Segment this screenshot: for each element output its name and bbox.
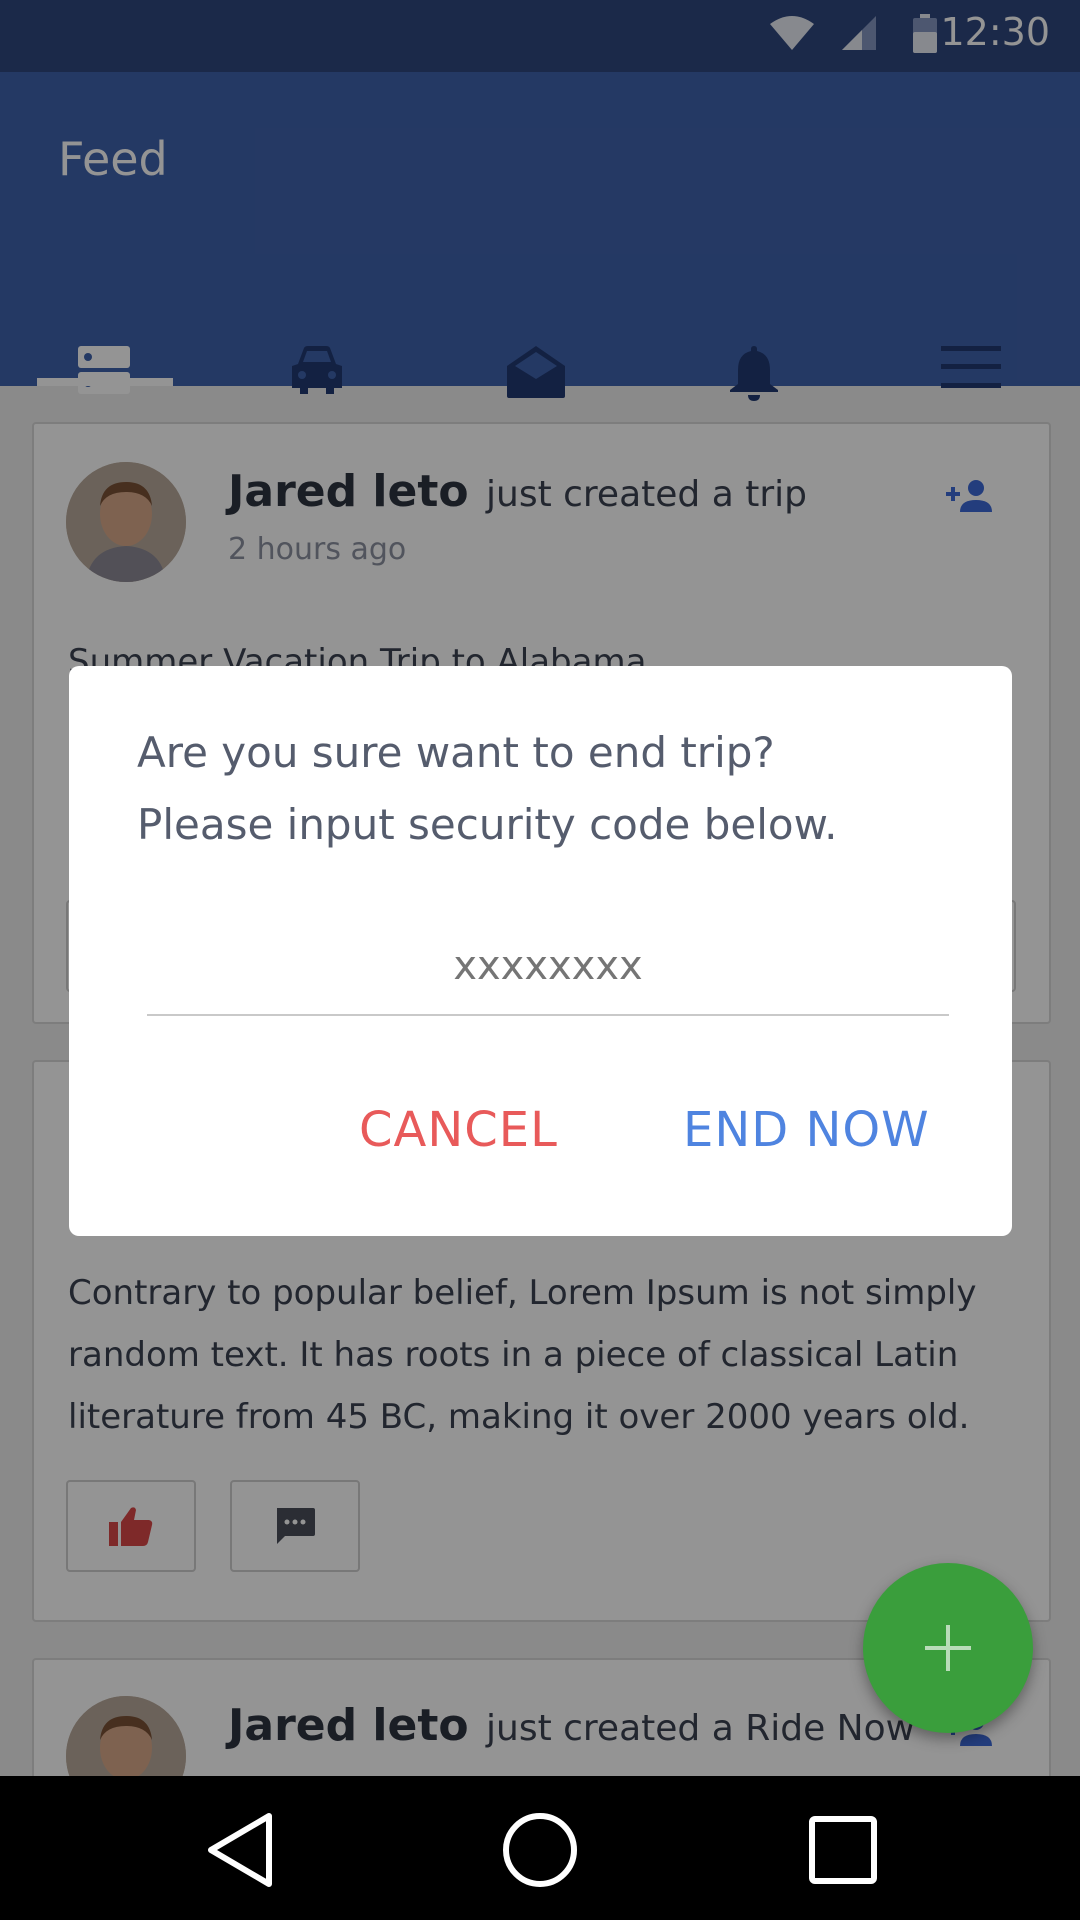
recents-square-icon (809, 1816, 877, 1884)
security-code-input[interactable] (147, 936, 949, 996)
nav-home-button[interactable] (500, 1810, 580, 1890)
home-circle-icon (503, 1813, 577, 1887)
dialog-message-line1: Are you sure want to end trip? (137, 728, 775, 777)
nav-back-button[interactable] (200, 1810, 280, 1890)
end-now-button[interactable]: END NOW (683, 1102, 930, 1158)
add-fab-button[interactable] (863, 1563, 1033, 1733)
back-triangle-icon (208, 1813, 272, 1887)
dialog-message-line2: Please input security code below. (137, 800, 838, 849)
system-nav-bar (0, 1776, 1080, 1920)
plus-icon (925, 1625, 971, 1671)
input-underline (147, 1014, 949, 1016)
nav-recents-button[interactable] (803, 1810, 883, 1890)
cancel-button[interactable]: CANCEL (359, 1102, 558, 1158)
end-trip-dialog: Are you sure want to end trip? Please in… (69, 666, 1012, 1236)
